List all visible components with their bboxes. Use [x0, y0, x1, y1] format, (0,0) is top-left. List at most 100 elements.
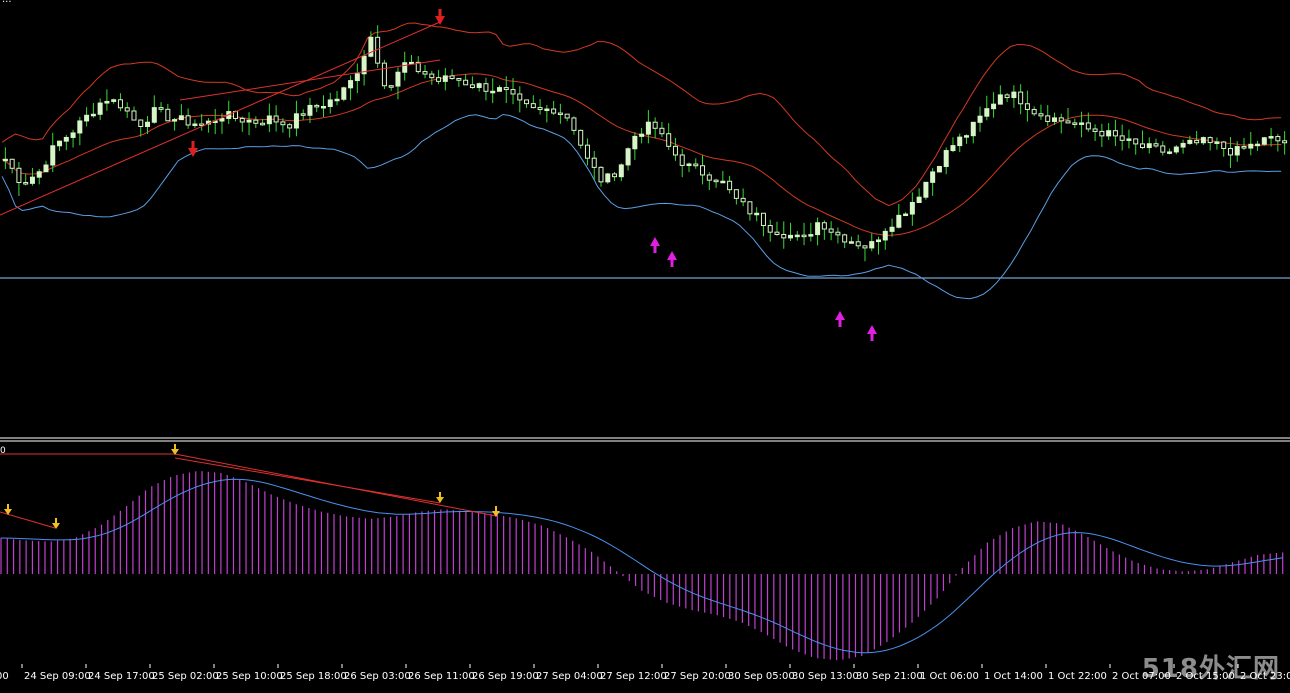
candle-body	[327, 99, 333, 107]
candle-body	[659, 127, 665, 135]
candle-body	[693, 163, 699, 167]
candle-body	[1119, 135, 1125, 141]
candle-body	[686, 163, 692, 167]
candle-body	[1011, 91, 1017, 99]
candle-body	[219, 117, 225, 122]
candle-body	[469, 84, 475, 88]
buy-arrow-icon	[867, 325, 877, 341]
candle-body	[84, 114, 90, 122]
candle-body	[571, 117, 577, 131]
candle-body	[456, 77, 462, 81]
candle-body	[50, 145, 56, 166]
candle-body	[348, 80, 354, 89]
buy-arrow-icon	[667, 251, 677, 267]
candle-body	[199, 123, 205, 127]
x-tick-label: 26 Sep 19:00	[472, 671, 539, 682]
candle-body	[727, 180, 733, 191]
candle-body	[889, 226, 895, 232]
candle-body	[598, 166, 604, 183]
candle-body	[713, 179, 719, 183]
candle-body	[551, 108, 557, 114]
candle-body	[855, 241, 861, 247]
candle-body	[1248, 143, 1254, 149]
candle-body	[449, 75, 455, 79]
candle-body	[916, 196, 922, 203]
candle-body	[1227, 147, 1233, 156]
candle-body	[991, 103, 997, 110]
candle-body	[260, 122, 266, 126]
candle-body	[9, 158, 15, 169]
candle-body	[63, 136, 69, 142]
candle-body	[1261, 137, 1267, 145]
candle-body	[808, 234, 814, 237]
candle-body	[2, 158, 8, 162]
candle-body	[706, 174, 712, 181]
candle-body	[16, 167, 22, 184]
candle-body	[1072, 122, 1078, 125]
candle-body	[530, 103, 536, 109]
candle-body	[652, 121, 658, 129]
x-tick-label: 26 Sep 11:00	[408, 671, 475, 682]
candle-body	[544, 108, 550, 112]
candle-body	[1079, 122, 1085, 125]
candle-body	[747, 201, 753, 215]
x-tick-label: 27 Sep 12:00	[600, 671, 667, 682]
candle-body	[1004, 94, 1010, 99]
candle-body	[760, 212, 766, 227]
candle-body	[1180, 142, 1186, 148]
candle-body	[977, 115, 983, 123]
sell-arrow-icon	[435, 9, 445, 25]
x-tick-label: 27 Sep 20:00	[664, 671, 731, 682]
candle-body	[280, 121, 286, 126]
trading-chart[interactable]: 24 Sep 09:00 24 Sep 17:00 25 Sep 02:00 25 S…	[0, 0, 1290, 689]
candle-body	[104, 100, 110, 104]
candle-body	[463, 79, 469, 86]
candle-body	[165, 108, 171, 122]
candle-body	[625, 148, 631, 166]
candle-body	[381, 62, 387, 87]
divergence-line	[179, 59, 441, 101]
candle-body	[564, 113, 570, 119]
candle-body	[266, 115, 272, 125]
candle-body	[138, 119, 144, 127]
candle-body	[537, 107, 543, 111]
indicator-title: ...	[2, 0, 12, 5]
candle-body	[842, 234, 848, 243]
candle-body	[591, 157, 597, 168]
candle-body	[679, 154, 685, 166]
candle-body	[828, 228, 834, 233]
candle-body	[1085, 122, 1091, 130]
chart-canvas[interactable]: 24 Sep 09:0024 Sep 17:0025 Sep 02:0025 S…	[0, 0, 1290, 689]
candle-body	[1065, 120, 1071, 124]
candle-body	[117, 99, 123, 109]
x-tick-label: 1 Oct 14:00	[984, 671, 1043, 682]
x-tick-label: 25 Sep 02:00	[152, 671, 219, 682]
candle-body	[1139, 143, 1145, 149]
candle-body	[788, 234, 794, 239]
candle-body	[1031, 108, 1037, 115]
candle-body	[1112, 130, 1118, 137]
candle-body	[293, 113, 299, 129]
x-tick-label: 27 Sep 04:00	[536, 671, 603, 682]
candle-body	[341, 87, 347, 100]
x-tick-label: 25 Sep 10:00	[216, 671, 283, 682]
candle-body	[239, 117, 245, 123]
candle-body	[584, 144, 590, 159]
candle-body	[943, 150, 949, 167]
candle-body	[151, 107, 157, 123]
candle-body	[172, 119, 178, 122]
candle-body	[720, 180, 726, 184]
candle-body	[490, 90, 496, 94]
x-tick-label: 30 Sep 21:00	[856, 671, 923, 682]
candle-body	[909, 201, 915, 215]
candle-body	[1214, 141, 1220, 144]
candle-body	[496, 87, 502, 92]
candle-body	[957, 136, 963, 147]
candle-body	[1024, 103, 1030, 110]
candle-body	[1282, 140, 1288, 144]
candle-body	[1051, 117, 1057, 122]
candle-body	[43, 164, 49, 173]
candle-body	[510, 89, 516, 95]
candle-body	[273, 115, 279, 123]
candle-body	[1092, 128, 1098, 132]
